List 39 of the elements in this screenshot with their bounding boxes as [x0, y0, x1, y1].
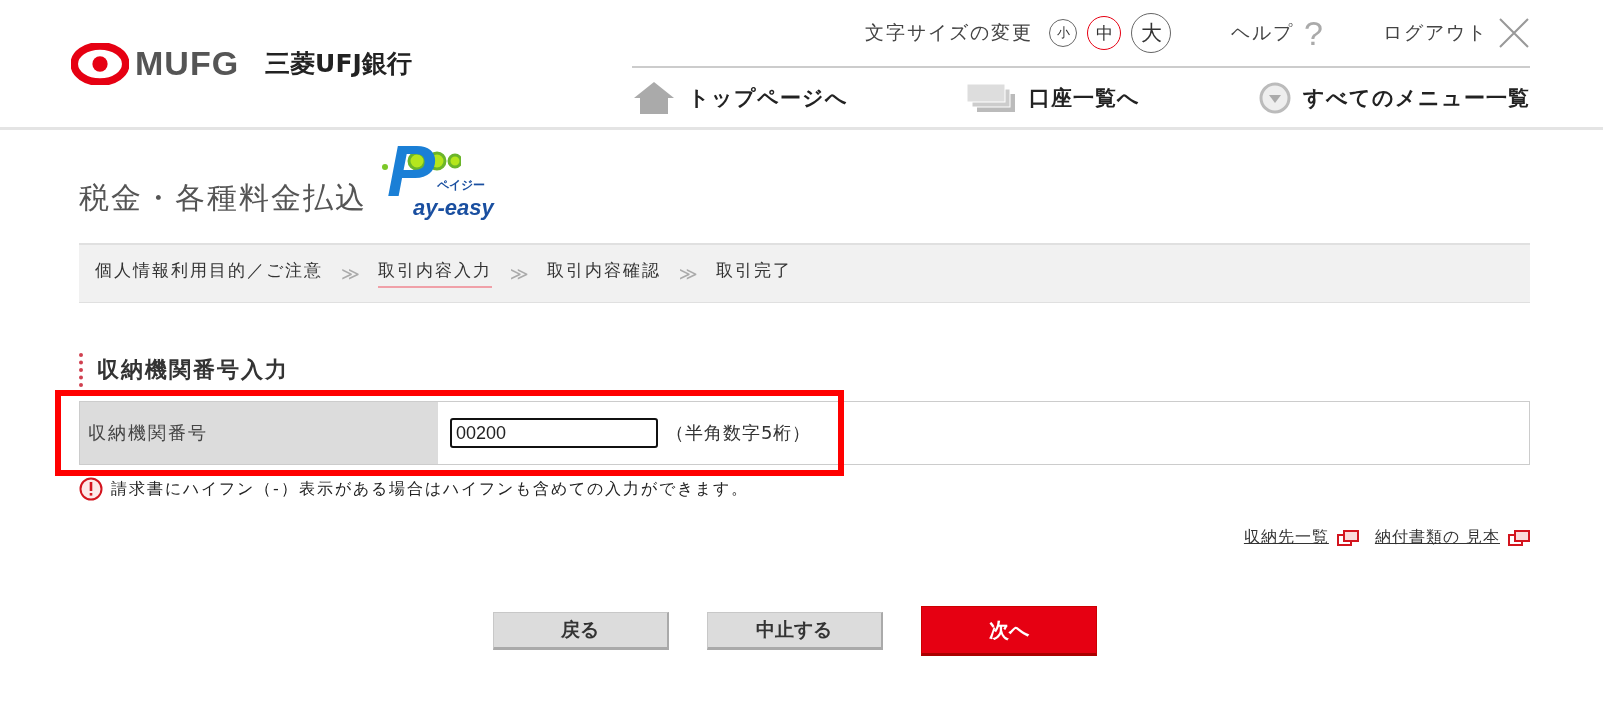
section-heading: 収納機関番号入力 — [79, 353, 1530, 387]
action-button[interactable]: 戻る — [492, 612, 669, 650]
field-hint: （半角数字5桁） — [666, 421, 812, 445]
help-link[interactable]: ヘルプ — [1231, 20, 1295, 46]
page-title: 税金・各種料金払込 — [79, 179, 367, 217]
popup-link[interactable]: 納付書類の 見本 — [1374, 527, 1500, 548]
input-field[interactable]: 00200 — [450, 418, 658, 448]
font-size-button[interactable]: 小 — [1049, 19, 1078, 47]
pay-easy-logo: Pペイジー ay-easy — [381, 131, 501, 225]
new-window-icon — [1336, 529, 1359, 546]
font-size-label: 文字サイズの変更 — [865, 20, 1034, 45]
notice-text: 請求書にハイフン（-）表示がある場合はハイフンも含めての入力ができます。 — [111, 478, 749, 500]
ring-logo-icon — [71, 42, 129, 85]
action-button[interactable]: 次へ — [920, 606, 1097, 656]
new-window-icon — [1508, 529, 1530, 546]
logout-link[interactable]: ログアウト — [1383, 20, 1488, 46]
step-label: 取引内容入力 — [377, 259, 492, 288]
dropdown-circle-icon — [1259, 81, 1291, 114]
action-button[interactable]: 中止する — [706, 612, 883, 650]
nav-link[interactable]: 口座一覧へ — [967, 81, 1140, 114]
close-icon[interactable] — [1498, 17, 1530, 49]
step-separator: ≫ — [341, 263, 360, 284]
warning-icon — [79, 477, 103, 501]
logo-text: MUFG — [135, 44, 240, 83]
nav-link[interactable]: トップページへ — [632, 79, 848, 116]
step-label: 取引完了 — [715, 259, 792, 282]
step-label: 取引内容確認 — [546, 259, 661, 282]
nav-link[interactable]: すべてのメニュー一覧 — [1259, 81, 1530, 114]
font-size-button[interactable]: 中 — [1087, 16, 1122, 50]
font-size-button[interactable]: 大 — [1131, 13, 1172, 53]
bank-name: 三菱UFJ銀行 — [265, 48, 412, 80]
cards-icon — [967, 81, 1017, 114]
popup-link[interactable]: 収納先一覧 — [1243, 527, 1329, 548]
help-icon: ? — [1304, 16, 1323, 50]
house-icon — [632, 79, 676, 116]
step-separator: ≫ — [509, 263, 529, 284]
step-separator: ≫ — [678, 263, 698, 284]
field-label: 収納機関番号 — [80, 402, 438, 464]
step-label: 個人情報利用目的／ご注意 — [95, 259, 323, 282]
